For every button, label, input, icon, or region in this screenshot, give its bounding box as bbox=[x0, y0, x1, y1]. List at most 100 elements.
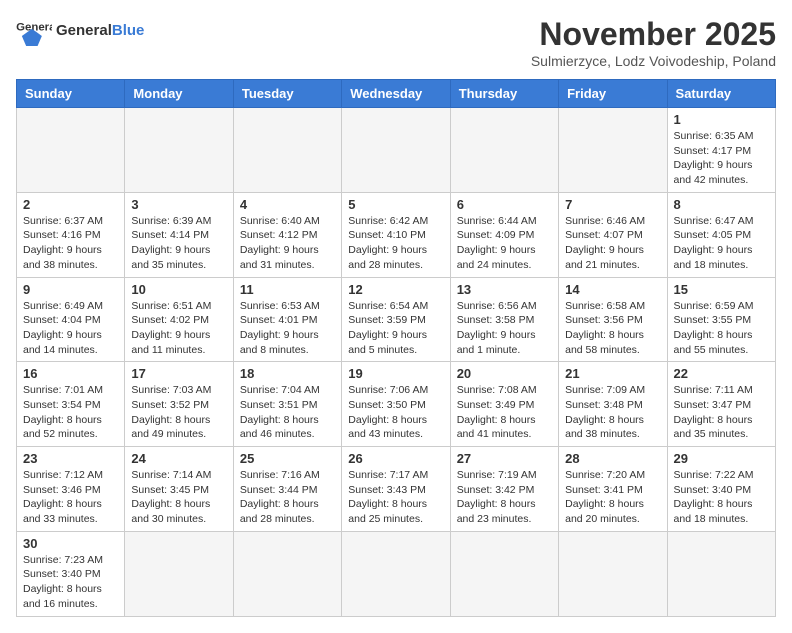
subtitle: Sulmierzyce, Lodz Voivodeship, Poland bbox=[531, 53, 776, 69]
logo-icon: General bbox=[16, 16, 52, 46]
day-info: Sunrise: 7:03 AM Sunset: 3:52 PM Dayligh… bbox=[131, 383, 226, 442]
calendar-cell: 5 Sunrise: 6:42 AM Sunset: 4:10 PM Daylig… bbox=[342, 192, 450, 277]
page-header: General GeneralBlue November 2025 Sulmie… bbox=[16, 16, 776, 69]
calendar-week-row: 16Sunrise: 7:01 AM Sunset: 3:54 PM Dayli… bbox=[17, 362, 776, 447]
day-number: 3 bbox=[131, 197, 226, 212]
day-number: 25 bbox=[240, 451, 335, 466]
weekday-header-tuesday: Tuesday bbox=[233, 80, 341, 108]
day-number: 9 bbox=[23, 282, 118, 297]
calendar-cell: 12 Sunrise: 6:54 AM Sunset: 3:59 PM Dayli… bbox=[342, 277, 450, 362]
calendar-cell: 9 Sunrise: 6:49 AM Sunset: 4:04 PM Daylig… bbox=[17, 277, 125, 362]
day-number: 26 bbox=[348, 451, 443, 466]
calendar-cell: 13 Sunrise: 6:56 AM Sunset: 3:58 PM Dayli… bbox=[450, 277, 558, 362]
calendar-cell bbox=[559, 108, 667, 193]
day-info: Sunrise: 6:59 AM Sunset: 3:55 PM Dayligh… bbox=[674, 299, 769, 358]
calendar-cell bbox=[233, 531, 341, 616]
weekday-header-monday: Monday bbox=[125, 80, 233, 108]
weekday-header-thursday: Thursday bbox=[450, 80, 558, 108]
calendar-cell: 15 Sunrise: 6:59 AM Sunset: 3:55 PM Dayli… bbox=[667, 277, 775, 362]
day-number: 14 bbox=[565, 282, 660, 297]
day-number: 6 bbox=[457, 197, 552, 212]
calendar-cell bbox=[450, 531, 558, 616]
weekday-header-sunday: Sunday bbox=[17, 80, 125, 108]
day-number: 13 bbox=[457, 282, 552, 297]
day-number: 11 bbox=[240, 282, 335, 297]
day-number: 4 bbox=[240, 197, 335, 212]
calendar-week-row: 1Sunrise: 6:35 AM Sunset: 4:17 PM Daylig… bbox=[17, 108, 776, 193]
day-number: 10 bbox=[131, 282, 226, 297]
calendar-cell: 6 Sunrise: 6:44 AM Sunset: 4:09 PM Daylig… bbox=[450, 192, 558, 277]
calendar-cell: 27 Sunrise: 7:19 AM Sunset: 3:42 PM Dayli… bbox=[450, 447, 558, 532]
calendar-cell bbox=[125, 531, 233, 616]
day-number: 27 bbox=[457, 451, 552, 466]
day-info: Sunrise: 7:17 AM Sunset: 3:43 PM Dayligh… bbox=[348, 468, 443, 527]
day-number: 18 bbox=[240, 366, 335, 381]
day-info: Sunrise: 6:37 AM Sunset: 4:16 PM Dayligh… bbox=[23, 214, 118, 273]
day-info: Sunrise: 7:16 AM Sunset: 3:44 PM Dayligh… bbox=[240, 468, 335, 527]
calendar-cell: 16Sunrise: 7:01 AM Sunset: 3:54 PM Dayli… bbox=[17, 362, 125, 447]
day-number: 17 bbox=[131, 366, 226, 381]
weekday-header-friday: Friday bbox=[559, 80, 667, 108]
day-info: Sunrise: 6:56 AM Sunset: 3:58 PM Dayligh… bbox=[457, 299, 552, 358]
day-info: Sunrise: 6:54 AM Sunset: 3:59 PM Dayligh… bbox=[348, 299, 443, 358]
calendar-cell: 19Sunrise: 7:06 AM Sunset: 3:50 PM Dayli… bbox=[342, 362, 450, 447]
logo-blue: Blue bbox=[112, 22, 145, 39]
weekday-header-saturday: Saturday bbox=[667, 80, 775, 108]
day-number: 7 bbox=[565, 197, 660, 212]
calendar-cell: 8Sunrise: 6:47 AM Sunset: 4:05 PM Daylig… bbox=[667, 192, 775, 277]
calendar-cell: 25 Sunrise: 7:16 AM Sunset: 3:44 PM Dayli… bbox=[233, 447, 341, 532]
calendar-cell bbox=[17, 108, 125, 193]
calendar-week-row: 9 Sunrise: 6:49 AM Sunset: 4:04 PM Daylig… bbox=[17, 277, 776, 362]
calendar-cell bbox=[125, 108, 233, 193]
calendar-cell: 7 Sunrise: 6:46 AM Sunset: 4:07 PM Daylig… bbox=[559, 192, 667, 277]
calendar-cell: 14 Sunrise: 6:58 AM Sunset: 3:56 PM Dayli… bbox=[559, 277, 667, 362]
calendar-cell: 20Sunrise: 7:08 AM Sunset: 3:49 PM Dayli… bbox=[450, 362, 558, 447]
calendar-cell: 24 Sunrise: 7:14 AM Sunset: 3:45 PM Dayli… bbox=[125, 447, 233, 532]
calendar-cell: 26 Sunrise: 7:17 AM Sunset: 3:43 PM Dayli… bbox=[342, 447, 450, 532]
day-number: 2 bbox=[23, 197, 118, 212]
day-info: Sunrise: 7:12 AM Sunset: 3:46 PM Dayligh… bbox=[23, 468, 118, 527]
day-info: Sunrise: 6:58 AM Sunset: 3:56 PM Dayligh… bbox=[565, 299, 660, 358]
day-info: Sunrise: 6:40 AM Sunset: 4:12 PM Dayligh… bbox=[240, 214, 335, 273]
day-number: 19 bbox=[348, 366, 443, 381]
weekday-header-row: SundayMondayTuesdayWednesdayThursdayFrid… bbox=[17, 80, 776, 108]
calendar-cell: 4 Sunrise: 6:40 AM Sunset: 4:12 PM Daylig… bbox=[233, 192, 341, 277]
calendar-cell: 3 Sunrise: 6:39 AM Sunset: 4:14 PM Daylig… bbox=[125, 192, 233, 277]
day-info: Sunrise: 6:42 AM Sunset: 4:10 PM Dayligh… bbox=[348, 214, 443, 273]
calendar-cell: 1Sunrise: 6:35 AM Sunset: 4:17 PM Daylig… bbox=[667, 108, 775, 193]
day-number: 1 bbox=[674, 112, 769, 127]
calendar-table: SundayMondayTuesdayWednesdayThursdayFrid… bbox=[16, 79, 776, 617]
calendar-cell: 18 Sunrise: 7:04 AM Sunset: 3:51 PM Dayli… bbox=[233, 362, 341, 447]
day-number: 23 bbox=[23, 451, 118, 466]
day-info: Sunrise: 7:04 AM Sunset: 3:51 PM Dayligh… bbox=[240, 383, 335, 442]
day-number: 15 bbox=[674, 282, 769, 297]
calendar-week-row: 30Sunrise: 7:23 AM Sunset: 3:40 PM Dayli… bbox=[17, 531, 776, 616]
day-number: 22 bbox=[674, 366, 769, 381]
day-number: 5 bbox=[348, 197, 443, 212]
logo-general: General bbox=[56, 22, 112, 39]
logo: General GeneralBlue bbox=[16, 16, 144, 46]
day-info: Sunrise: 7:23 AM Sunset: 3:40 PM Dayligh… bbox=[23, 553, 118, 612]
day-info: Sunrise: 6:46 AM Sunset: 4:07 PM Dayligh… bbox=[565, 214, 660, 273]
calendar-cell: 23 Sunrise: 7:12 AM Sunset: 3:46 PM Dayli… bbox=[17, 447, 125, 532]
month-title: November 2025 bbox=[531, 16, 776, 53]
calendar-cell: 11 Sunrise: 6:53 AM Sunset: 4:01 PM Dayli… bbox=[233, 277, 341, 362]
day-number: 12 bbox=[348, 282, 443, 297]
day-number: 16 bbox=[23, 366, 118, 381]
day-number: 8 bbox=[674, 197, 769, 212]
calendar-cell bbox=[450, 108, 558, 193]
day-info: Sunrise: 7:09 AM Sunset: 3:48 PM Dayligh… bbox=[565, 383, 660, 442]
day-info: Sunrise: 6:39 AM Sunset: 4:14 PM Dayligh… bbox=[131, 214, 226, 273]
day-info: Sunrise: 6:53 AM Sunset: 4:01 PM Dayligh… bbox=[240, 299, 335, 358]
day-info: Sunrise: 6:49 AM Sunset: 4:04 PM Dayligh… bbox=[23, 299, 118, 358]
calendar-cell: 10 Sunrise: 6:51 AM Sunset: 4:02 PM Dayli… bbox=[125, 277, 233, 362]
day-info: Sunrise: 6:51 AM Sunset: 4:02 PM Dayligh… bbox=[131, 299, 226, 358]
day-info: Sunrise: 7:22 AM Sunset: 3:40 PM Dayligh… bbox=[674, 468, 769, 527]
day-info: Sunrise: 6:44 AM Sunset: 4:09 PM Dayligh… bbox=[457, 214, 552, 273]
day-number: 24 bbox=[131, 451, 226, 466]
calendar-week-row: 2 Sunrise: 6:37 AM Sunset: 4:16 PM Daylig… bbox=[17, 192, 776, 277]
day-info: Sunrise: 7:14 AM Sunset: 3:45 PM Dayligh… bbox=[131, 468, 226, 527]
calendar-cell bbox=[342, 108, 450, 193]
calendar-cell: 17 Sunrise: 7:03 AM Sunset: 3:52 PM Dayli… bbox=[125, 362, 233, 447]
day-info: Sunrise: 7:19 AM Sunset: 3:42 PM Dayligh… bbox=[457, 468, 552, 527]
